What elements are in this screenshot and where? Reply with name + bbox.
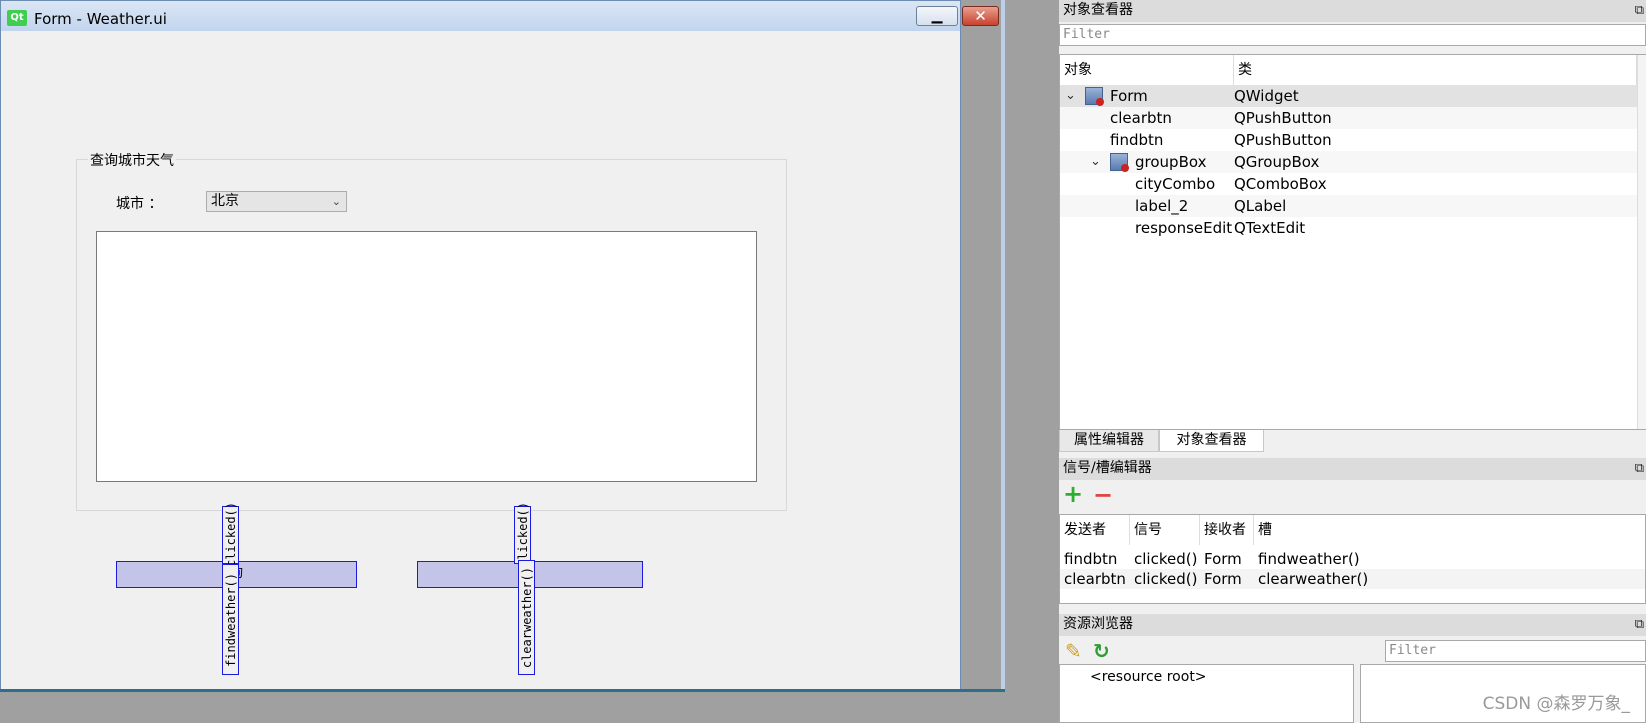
tree-row[interactable]: cityCombo QComboBox [1060,173,1637,195]
tab-object-inspector[interactable]: 对象查看器 [1159,430,1264,452]
resource-browser-title: 资源浏览器 [1063,616,1133,632]
find-slot-marker[interactable]: findweather() [222,564,239,675]
city-label: 城市 ： [116,196,163,212]
object-inspector-title-bar[interactable]: 对象查看器 ⧉ [1059,0,1646,22]
title-bar[interactable]: Qt Form - Weather.ui [1,1,960,31]
tree-object-name: clearbtn [1110,109,1172,127]
tree-object-name: groupBox [1135,153,1207,171]
col-object-header[interactable]: 对象 [1060,55,1234,85]
receiver-cell: Form [1204,550,1242,568]
tree-object-class: QPushButton [1234,109,1332,127]
tree-object-class: QTextEdit [1234,219,1306,237]
tree-row[interactable]: responseEdit QTextEdit [1060,217,1637,239]
tree-row[interactable]: ⌄ Form QWidget [1060,85,1637,107]
resource-browser-title-bar[interactable]: 资源浏览器 ⧉ [1059,614,1646,636]
edit-icon[interactable]: ✎ [1065,640,1087,662]
minimize-icon: ▁ [931,8,943,24]
response-edit[interactable] [96,231,757,482]
tree-object-class: QLabel [1234,197,1287,215]
sender-cell: clearbtn [1064,570,1126,588]
find-signal-label: clicked() [223,502,238,568]
object-filter-input[interactable]: Filter [1059,24,1646,46]
slot-cell: clearweather() [1258,570,1369,588]
tree-scrollbar[interactable] [1637,55,1646,429]
chevron-down-icon[interactable]: ⌄ [1090,151,1101,173]
col-class-header[interactable]: 类 [1234,55,1637,85]
chevron-down-icon[interactable]: ⌄ [1065,85,1076,107]
float-icon[interactable]: ⧉ [1635,458,1644,479]
reload-icon[interactable]: ↻ [1093,640,1115,662]
tree-object-name: responseEdit [1135,219,1233,237]
object-inspector-title: 对象查看器 [1063,2,1133,18]
clear-slot-label: clearweather() [519,566,534,669]
tree-object-name: findbtn [1110,131,1164,149]
tree-row[interactable]: ⌄ groupBox QGroupBox [1060,151,1637,173]
header-slot[interactable]: 槽 [1254,515,1644,545]
signal-cell: clicked() [1134,570,1198,588]
receiver-cell: Form [1204,570,1242,588]
city-combo[interactable]: 北京 ⌄ [206,191,347,212]
tree-object-name: Form [1110,87,1148,105]
tree-row[interactable]: clearbtn QPushButton [1060,107,1637,129]
widget-icon [1110,153,1129,172]
tree-object-class: QComboBox [1234,175,1327,193]
sender-cell: findbtn [1064,550,1118,568]
tree-object-class: QWidget [1234,87,1299,105]
resource-filter-input[interactable]: Filter [1385,640,1646,662]
tree-row[interactable]: findbtn QPushButton [1060,129,1637,151]
qt-logo-icon: Qt [7,10,27,26]
minimize-button[interactable]: ▁ [916,6,958,26]
groupbox-title: 查询城市天气 [88,150,176,170]
window-frame [1001,0,1005,692]
clear-signal-marker[interactable]: clicked() [514,502,531,568]
signal-slot-title: 信号/槽编辑器 [1063,460,1152,476]
float-icon[interactable]: ⧉ [1635,614,1644,635]
tree-row[interactable]: label_2 QLabel [1060,195,1637,217]
clear-signal-label: clicked() [515,502,530,568]
clear-slot-marker[interactable]: clearweather() [518,560,535,675]
window-bottom-border [0,689,1005,692]
remove-icon[interactable]: − [1093,483,1115,508]
header-signal[interactable]: 信号 [1130,515,1200,545]
close-button[interactable]: ✕ [962,6,999,26]
tree-object-class: QPushButton [1234,131,1332,149]
table-row[interactable]: clearbtn clicked() Form clearweather() [1060,569,1645,589]
header-receiver[interactable]: 接收者 [1200,515,1254,545]
window-title: Form - Weather.ui [34,10,167,28]
watermark: CSDN @森罗万象_ [1482,694,1630,714]
find-slot-label: findweather() [223,572,238,667]
header-sender[interactable]: 发送者 [1060,515,1130,545]
float-icon[interactable]: ⧉ [1635,0,1644,21]
table-row[interactable]: findbtn clicked() Form findweather() [1060,549,1645,569]
resource-root-item[interactable]: <resource root> [1090,669,1207,685]
tree-object-class: QGroupBox [1234,153,1320,171]
signal-cell: clicked() [1134,550,1198,568]
tree-object-name: label_2 [1135,197,1189,215]
signal-slot-title-bar[interactable]: 信号/槽编辑器 ⧉ [1059,458,1646,480]
signal-slot-table[interactable]: 发送者 信号 接收者 槽 findbtn clicked() Form find… [1059,514,1646,604]
object-tree[interactable]: 对象 类 ⌄ Form QWidget clearbtn QPushButton… [1059,54,1646,430]
dock-panel: 对象查看器 ⧉ Filter 对象 类 ⌄ Form QWidget clear… [1059,0,1646,723]
widget-icon [1085,87,1104,106]
tree-object-name: cityCombo [1135,175,1216,193]
resource-tree[interactable]: <resource root> [1059,664,1354,723]
tab-property-editor[interactable]: 属性编辑器 [1059,430,1159,452]
find-signal-marker[interactable]: clicked() [222,502,239,568]
city-combo-value: 北京 [211,193,239,209]
add-icon[interactable]: + [1063,482,1085,506]
combo-arrow-icon: ⌄ [331,195,341,208]
close-icon: ✕ [974,7,987,25]
slot-cell: findweather() [1258,550,1360,568]
